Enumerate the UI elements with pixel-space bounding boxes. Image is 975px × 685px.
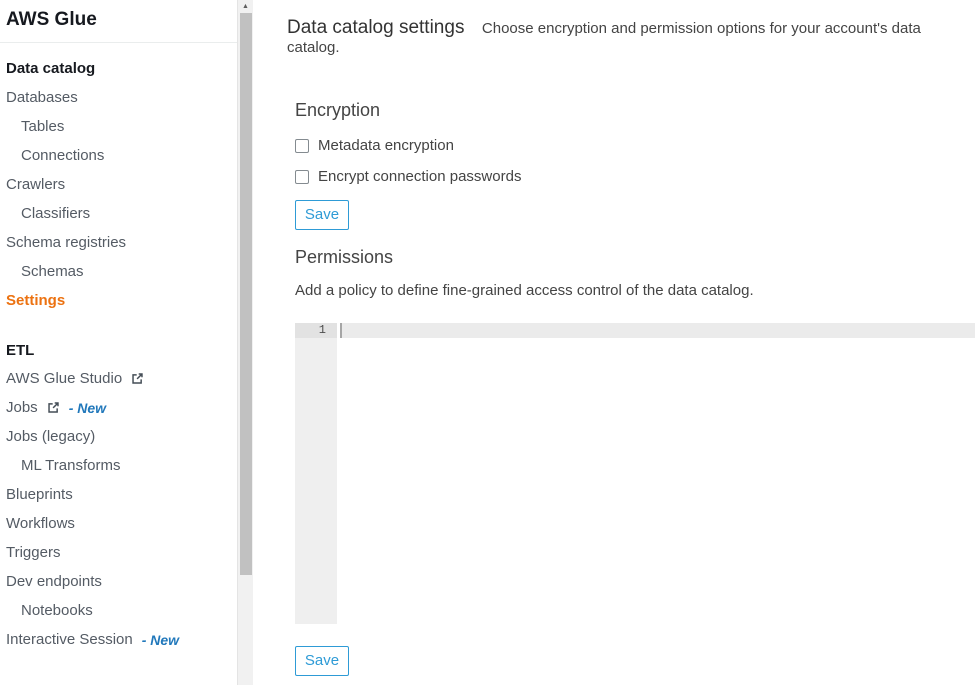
- new-badge: - New: [69, 400, 106, 416]
- metadata-encryption-row[interactable]: Metadata encryption: [295, 137, 975, 154]
- policy-editor[interactable]: 1: [295, 323, 975, 624]
- permissions-description: Add a policy to define fine-grained acce…: [295, 282, 975, 299]
- sidebar-item-blueprints[interactable]: Blueprints: [0, 480, 237, 509]
- sidebar-item-ml-transforms[interactable]: ML Transforms: [0, 451, 237, 480]
- permissions-heading: Permissions: [295, 247, 975, 267]
- scroll-up-icon[interactable]: ▲: [238, 0, 253, 13]
- external-link-icon: [131, 372, 144, 385]
- sidebar-item-connections[interactable]: Connections: [0, 141, 237, 170]
- sidebar-item-aws-glue-studio[interactable]: AWS Glue Studio: [0, 364, 237, 393]
- new-badge: - New: [142, 632, 179, 648]
- sidebar: AWS Glue Data catalog Databases Tables C…: [0, 0, 237, 685]
- sidebar-item-settings[interactable]: Settings: [0, 286, 237, 315]
- sidebar-item-notebooks[interactable]: Notebooks: [0, 596, 237, 625]
- sidebar-item-dev-endpoints[interactable]: Dev endpoints: [0, 567, 237, 596]
- metadata-encryption-label: Metadata encryption: [318, 137, 454, 154]
- sidebar-item-crawlers[interactable]: Crawlers: [0, 170, 237, 199]
- editor-gutter: 1: [295, 323, 337, 624]
- encryption-heading: Encryption: [295, 100, 975, 120]
- encrypt-passwords-row[interactable]: Encrypt connection passwords: [295, 168, 975, 185]
- editor-cursor: [340, 323, 342, 338]
- metadata-encryption-checkbox[interactable]: [295, 139, 309, 153]
- sidebar-section-data-catalog: Data catalog: [6, 60, 237, 78]
- sidebar-item-tables[interactable]: Tables: [0, 112, 237, 141]
- permissions-save-button[interactable]: Save: [295, 646, 349, 676]
- sidebar-item-jobs[interactable]: Jobs - New: [0, 393, 237, 422]
- sidebar-item-interactive-session[interactable]: Interactive Session - New: [0, 625, 237, 654]
- sidebar-item-classifiers[interactable]: Classifiers: [0, 199, 237, 228]
- encrypt-passwords-label: Encrypt connection passwords: [318, 168, 521, 185]
- editor-line-number: 1: [295, 323, 337, 338]
- external-link-icon: [47, 401, 60, 414]
- sidebar-scrollbar[interactable]: ▲: [237, 0, 253, 685]
- sidebar-item-jobs-legacy[interactable]: Jobs (legacy): [0, 422, 237, 451]
- sidebar-item-schemas[interactable]: Schemas: [0, 257, 237, 286]
- encrypt-passwords-checkbox[interactable]: [295, 170, 309, 184]
- sidebar-section-etl: ETL: [6, 342, 237, 360]
- settings-content: Encryption Metadata encryption Encrypt c…: [253, 100, 975, 676]
- main-content: Data catalog settings Choose encryption …: [253, 0, 975, 685]
- app-title[interactable]: AWS Glue: [0, 0, 237, 42]
- sidebar-item-workflows[interactable]: Workflows: [0, 509, 237, 538]
- sidebar-item-schema-registries[interactable]: Schema registries: [0, 228, 237, 257]
- sidebar-list-etl: AWS Glue Studio Jobs - New Jobs (legacy)…: [0, 364, 237, 654]
- sidebar-item-databases[interactable]: Databases: [0, 83, 237, 112]
- page-title: Data catalog settings: [287, 17, 464, 38]
- sidebar-item-triggers[interactable]: Triggers: [0, 538, 237, 567]
- sidebar-list-data-catalog: Databases Tables Connections Crawlers Cl…: [0, 83, 237, 315]
- page-header: Data catalog settings Choose encryption …: [253, 0, 975, 57]
- editor-active-line: [340, 323, 975, 338]
- encryption-save-button[interactable]: Save: [295, 200, 349, 230]
- sidebar-scrollbar-thumb[interactable]: [240, 13, 252, 575]
- sidebar-divider: [0, 42, 237, 43]
